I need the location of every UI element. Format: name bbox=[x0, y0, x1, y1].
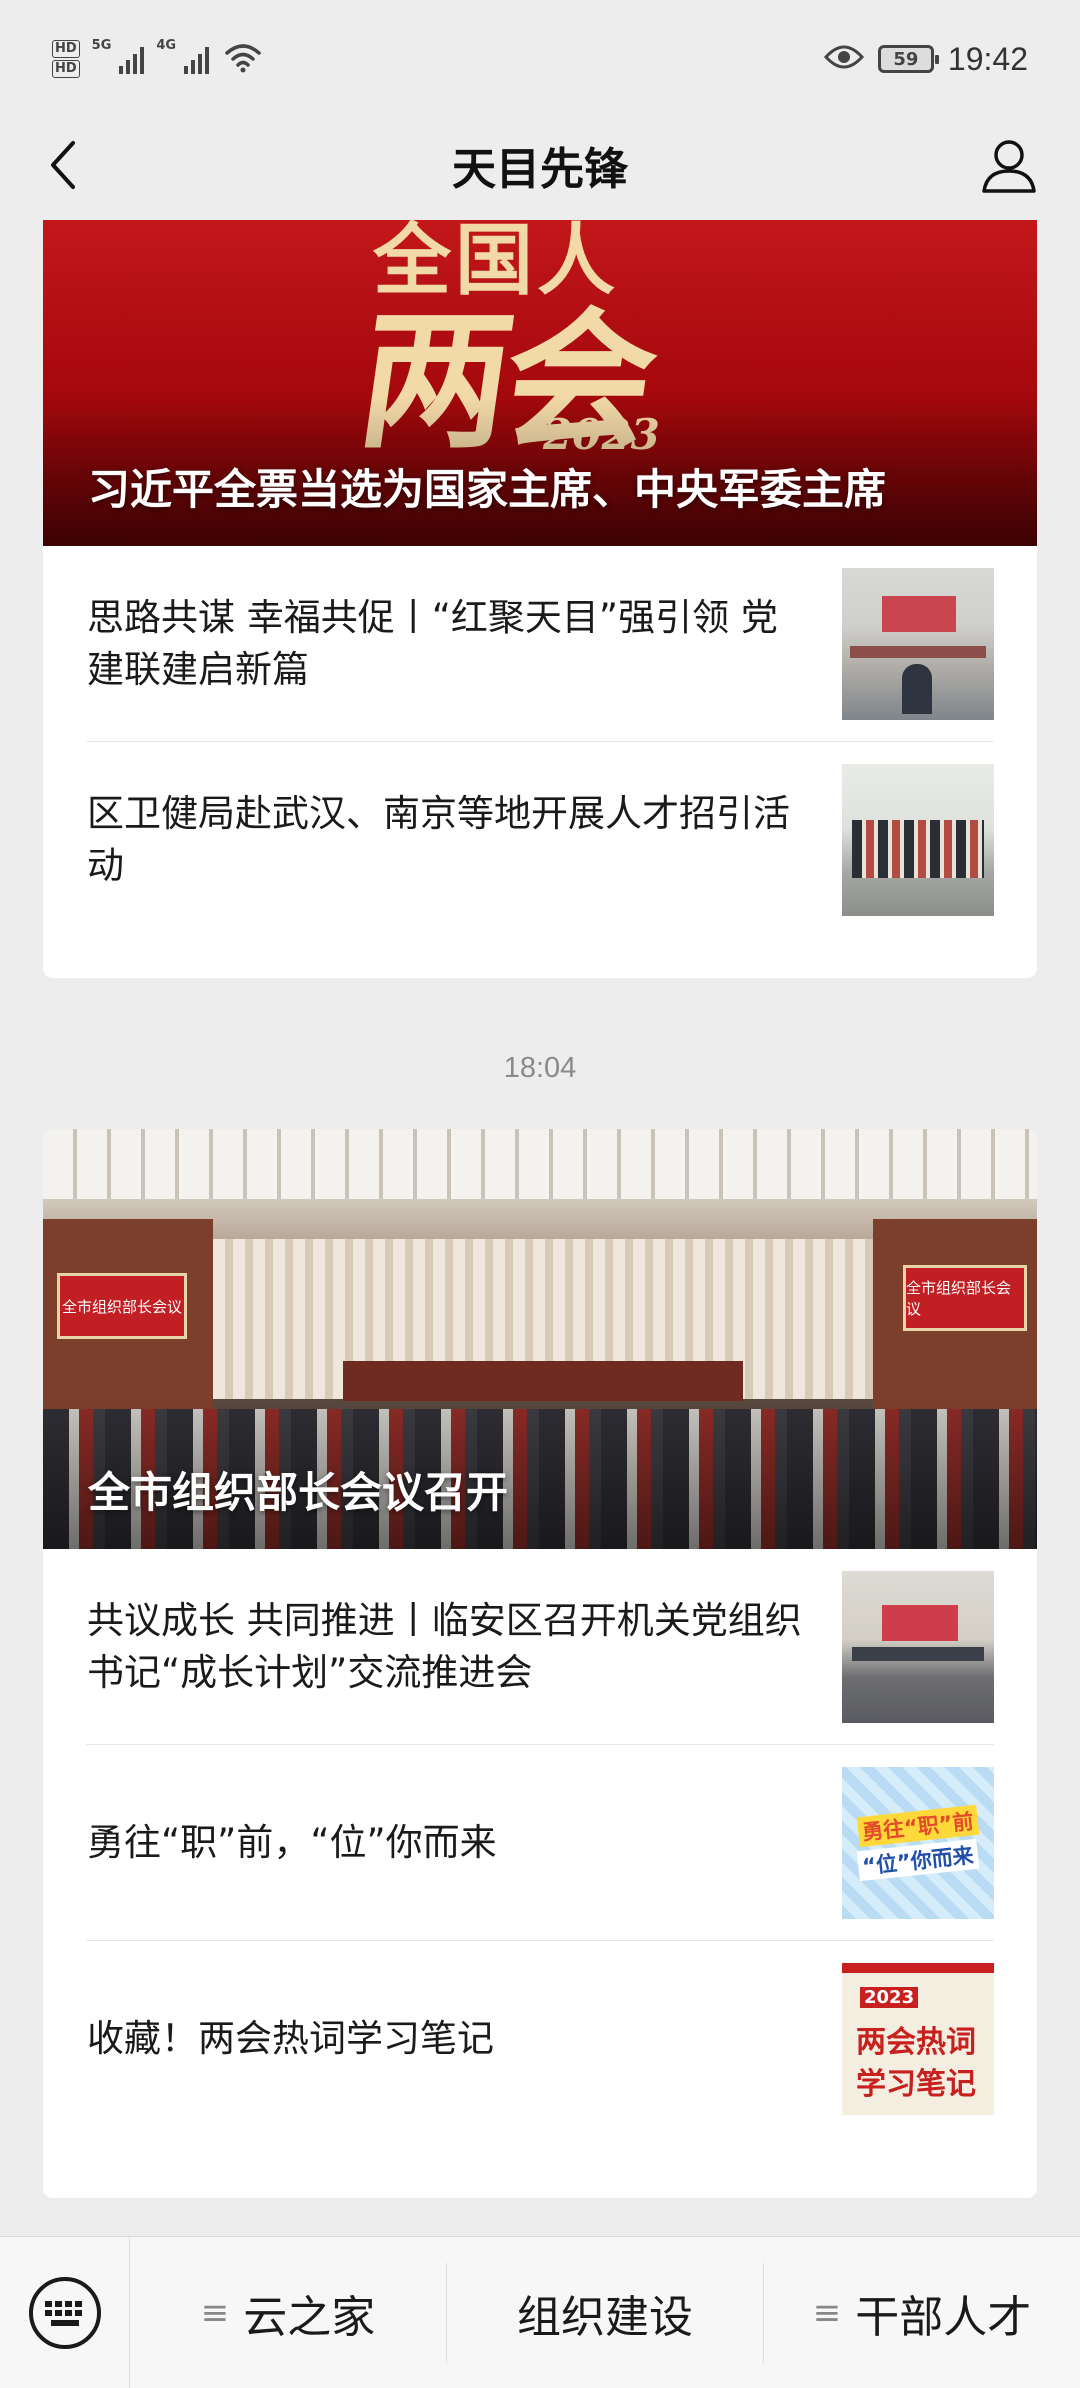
ceiling-shape bbox=[43, 1129, 1037, 1199]
screen-shape bbox=[882, 595, 956, 632]
status-right: 59 19:42 bbox=[823, 34, 1028, 84]
banner-right: 全市组织部长会议 bbox=[903, 1265, 1027, 1331]
group-photo-shape bbox=[852, 820, 984, 878]
thumb-text-2: 学习笔记 bbox=[856, 2067, 976, 2102]
article-card: 全国人 两会 2023 习近平全票当选为国家主席、中央军委主席 思路共谋 幸福共… bbox=[43, 220, 1037, 978]
menu-item-label: 组织建设 bbox=[517, 2291, 693, 2343]
profile-button[interactable] bbox=[974, 130, 1044, 200]
page-title: 天目先锋 bbox=[452, 144, 628, 195]
article-card: 全市组织部长会议 全市组织部长会议 全市组织部长会议召开 共议成长 共同推进丨临… bbox=[43, 1129, 1037, 2198]
article-title: 思路共谋 幸福共促丨“红聚天目”强引领 党建联建启新篇 bbox=[87, 595, 778, 691]
person-shape bbox=[902, 663, 932, 714]
back-button[interactable] bbox=[30, 132, 96, 198]
hero-caption: 习近平全票当选为国家主席、中央军委主席 bbox=[88, 465, 887, 514]
menu-item-zuzhijianshe[interactable]: 组织建设 bbox=[447, 2262, 764, 2363]
wifi-icon bbox=[223, 41, 263, 77]
article-title: 勇往“职”前，“位”你而来 bbox=[87, 1820, 497, 1864]
list-item[interactable]: 思路共谋 幸福共促丨“红聚天目”强引领 党建联建启新篇 bbox=[86, 546, 994, 742]
banner-left: 全市组织部长会议 bbox=[57, 1273, 187, 1339]
hd-badge-2: HD bbox=[52, 60, 80, 78]
table-shape bbox=[852, 1646, 984, 1661]
article-title: 共议成长 共同推进丨临安区召开机关党组织书记“成长计划”交流推进会 bbox=[87, 1598, 802, 1694]
article-thumbnail bbox=[842, 567, 994, 720]
signal-icon-2 bbox=[184, 44, 210, 74]
hd-indicator: HD HD bbox=[52, 39, 80, 79]
list-item[interactable]: 共议成长 共同推进丨临安区召开机关党组织书记“成长计划”交流推进会 bbox=[86, 1549, 994, 1745]
thumb-text-1: 两会热词 bbox=[856, 2025, 976, 2060]
hero-caption: 全市组织部长会议召开 bbox=[88, 1468, 509, 1517]
hero-article[interactable]: 全市组织部长会议 全市组织部长会议 全市组织部长会议召开 bbox=[43, 1129, 1037, 1549]
network-type-2: 4G bbox=[156, 38, 177, 53]
list-item[interactable]: 收藏！两会热词学习笔记 2023 两会热词 学习笔记 bbox=[86, 1941, 994, 2137]
article-thumbnail: 2023 两会热词 学习笔记 bbox=[842, 1963, 994, 2115]
navigation-bar: 天目先锋 bbox=[0, 110, 1080, 220]
signal-icon bbox=[119, 44, 145, 74]
battery-icon: 59 bbox=[877, 45, 939, 73]
article-thumbnail bbox=[842, 764, 994, 916]
menu-item-label: 云之家 bbox=[243, 2291, 376, 2343]
list-item[interactable]: 区卫健局赴武汉、南京等地开展人才招引活动 bbox=[86, 742, 994, 938]
hero-article[interactable]: 全国人 两会 2023 习近平全票当选为国家主席、中央军委主席 bbox=[43, 220, 1037, 546]
network-type-1: 5G bbox=[91, 38, 112, 53]
person-icon bbox=[982, 140, 1036, 193]
table-shape bbox=[850, 645, 986, 658]
bottom-menu-bar: ≡ 云之家 组织建设 ≡ 干部人才 bbox=[0, 2236, 1080, 2388]
hd-badge-1: HD bbox=[52, 40, 80, 58]
screen-shape bbox=[882, 1604, 958, 1641]
article-title: 区卫健局赴武汉、南京等地开展人才招引活动 bbox=[87, 792, 790, 887]
list-item[interactable]: 勇往“职”前，“位”你而来 勇往“职”前 “位”你而来 bbox=[86, 1745, 994, 1941]
keyboard-toggle-button[interactable] bbox=[0, 2236, 130, 2388]
stage-table-shape bbox=[343, 1361, 743, 1401]
eye-icon bbox=[823, 43, 864, 75]
menu-item-yunzhijia[interactable]: ≡ 云之家 bbox=[130, 2262, 447, 2363]
banner-right-text: 全市组织部长会议 bbox=[906, 1279, 1012, 1318]
message-timestamp: 18:04 bbox=[503, 1052, 577, 1084]
banner-left-text: 全市组织部长会议 bbox=[61, 1297, 182, 1316]
menu-item-label: 干部人才 bbox=[855, 2291, 1032, 2343]
message-feed[interactable]: 全国人 两会 2023 习近平全票当选为国家主席、中央军委主席 思路共谋 幸福共… bbox=[0, 220, 1080, 2236]
battery-level: 59 bbox=[893, 48, 919, 70]
article-thumbnail: 勇往“职”前 “位”你而来 bbox=[842, 1766, 994, 1919]
article-thumbnail bbox=[842, 1570, 994, 1723]
menu-lines-icon: ≡ bbox=[200, 2292, 230, 2333]
menu-lines-icon: ≡ bbox=[812, 2292, 842, 2333]
article-title: 收藏！两会热词学习笔记 bbox=[87, 2017, 494, 2060]
status-left: HD HD 5G 4G bbox=[52, 34, 263, 84]
menu-item-ganburencai[interactable]: ≡ 干部人才 bbox=[764, 2263, 1080, 2363]
chevron-left-icon bbox=[51, 141, 75, 189]
keyboard-icon bbox=[28, 2276, 101, 2349]
thumb-year: 2023 bbox=[860, 1987, 919, 2008]
status-bar: HD HD 5G 4G 59 19:42 bbox=[0, 0, 1080, 110]
clock: 19:42 bbox=[947, 40, 1028, 77]
